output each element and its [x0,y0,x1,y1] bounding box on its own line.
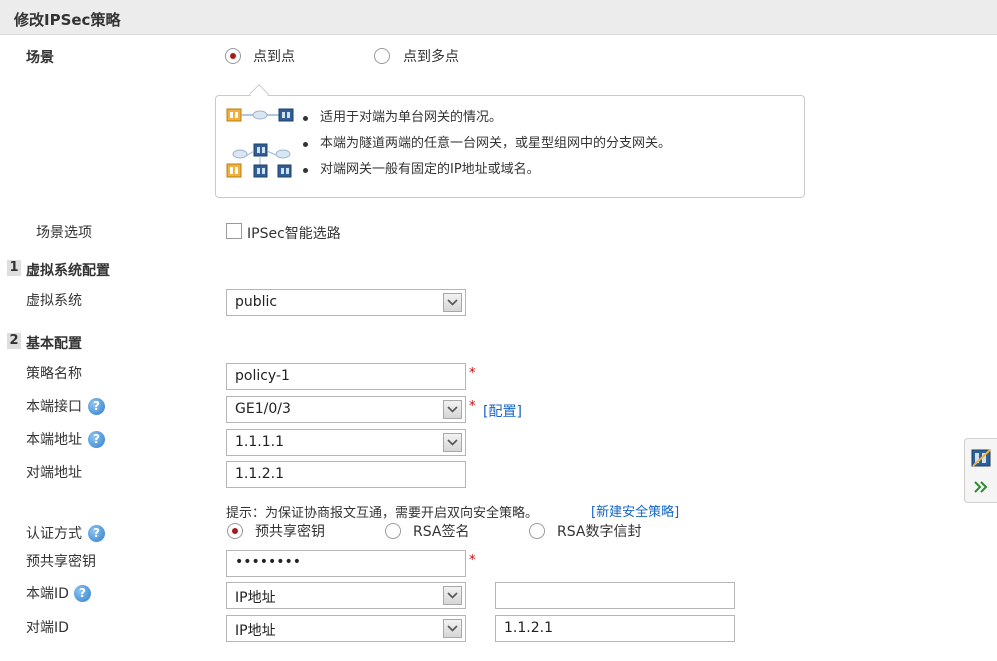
p2p-topology-icon [226,108,294,122]
peer-id-input[interactable]: 1.1.2.1 [495,615,735,642]
chevron-down-icon [447,299,458,306]
local-iface-value: GE1/0/3 [235,401,291,417]
local-addr-help-icon[interactable]: ? [88,431,105,448]
config-link[interactable]: [配置] [483,401,522,421]
local-addr-select[interactable]: 1.1.1.1 [226,429,466,456]
auth-option-rsa-env[interactable]: RSA数字信封 [557,521,641,541]
local-iface-select[interactable]: GE1/0/3 [226,396,466,423]
local-addr-value: 1.1.1.1 [235,434,284,450]
local-iface-help-icon[interactable]: ? [88,398,105,415]
section1-title: 虚拟系统配置 [26,263,110,279]
local-id-help-icon[interactable]: ? [74,585,91,602]
page-header: 修改IPSec策略 [0,0,997,35]
vsys-value: public [235,294,278,310]
peer-id-value: 1.1.2.1 [504,620,553,636]
peer-addr-input[interactable]: 1.1.2.1 [226,461,466,488]
auth-label: 认证方式 [26,526,82,542]
vsys-label: 虚拟系统 [26,293,82,309]
scene-option-p2p[interactable]: 点到点 [253,46,295,66]
page-title: 修改IPSec策略 [14,11,121,29]
local-addr-label: 本端地址 [26,432,82,448]
scene-radio-p2p[interactable] [225,48,241,64]
info-bullet: 适用于对端为单台网关的情况。 [302,105,671,131]
double-chevron-right-icon[interactable] [974,481,988,493]
chevron-down-icon [447,625,458,632]
scene-radio-p2mp[interactable] [374,48,390,64]
scene-info-list: 适用于对端为单台网关的情况。 本端为隧道两端的任意一台网关，或星型组网中的分支网… [302,105,671,183]
section1-number: 1 [7,260,21,276]
peer-addr-value: 1.1.2.1 [235,466,284,482]
vsys-dropdown-button[interactable] [443,293,462,312]
chevron-down-icon [447,406,458,413]
local-id-type-value: IP地址 [235,590,276,606]
local-iface-label: 本端接口 [26,399,82,415]
auth-option-psk[interactable]: 预共享密钥 [255,521,325,541]
scene-label: 场景 [26,50,54,66]
scene-options-label: 场景选项 [36,225,92,241]
local-id-input[interactable] [495,582,735,609]
smart-route-label[interactable]: IPSec智能选路 [247,223,341,243]
required-mark: * [469,553,476,568]
required-mark: * [469,366,476,381]
chevron-down-icon [447,439,458,446]
firewall-icon [971,449,991,467]
local-id-label: 本端ID [26,586,69,602]
peer-id-label: 对端ID [26,620,69,636]
new-security-policy-link[interactable]: [新建安全策略] [591,501,679,520]
side-panel-toggle[interactable] [964,438,997,503]
scene-option-p2mp[interactable]: 点到多点 [403,46,459,66]
required-mark: * [469,399,476,414]
hub-spoke-topology-icon [226,143,292,178]
peer-id-dropdown-button[interactable] [443,619,462,638]
local-addr-dropdown-button[interactable] [443,433,462,452]
info-bullet: 对端网关一般有固定的IP地址或域名。 [302,157,671,183]
vsys-select[interactable]: public [226,289,466,316]
local-iface-dropdown-button[interactable] [443,400,462,419]
peer-id-type-select[interactable]: IP地址 [226,615,466,642]
auth-help-icon[interactable]: ? [88,525,105,542]
chevron-down-icon [447,592,458,599]
psk-label: 预共享密钥 [26,554,96,570]
smart-route-checkbox[interactable] [226,223,242,239]
psk-value: •••••••• [235,554,302,570]
local-id-dropdown-button[interactable] [443,586,462,605]
section2-number: 2 [7,333,21,349]
scene-info-box: 适用于对端为单台网关的情况。 本端为隧道两端的任意一台网关，或星型组网中的分支网… [215,84,805,198]
info-bullet: 本端为隧道两端的任意一台网关，或星型组网中的分支网关。 [302,131,671,157]
psk-input[interactable]: •••••••• [226,550,466,577]
policy-name-value: policy-1 [235,368,290,384]
auth-option-rsa-sig[interactable]: RSA签名 [413,521,469,541]
peer-addr-label: 对端地址 [26,465,82,481]
policy-name-input[interactable]: policy-1 [226,363,466,390]
auth-radio-psk[interactable] [227,523,243,539]
policy-name-label: 策略名称 [26,366,82,382]
peer-id-type-value: IP地址 [235,623,276,639]
section2-title: 基本配置 [26,336,82,352]
auth-radio-rsa-env[interactable] [529,523,545,539]
info-box-pointer [249,84,269,104]
local-id-type-select[interactable]: IP地址 [226,582,466,609]
auth-radio-rsa-sig[interactable] [385,523,401,539]
security-policy-hint: 提示：为保证协商报文互通，需要开启双向安全策略。 [226,506,539,521]
